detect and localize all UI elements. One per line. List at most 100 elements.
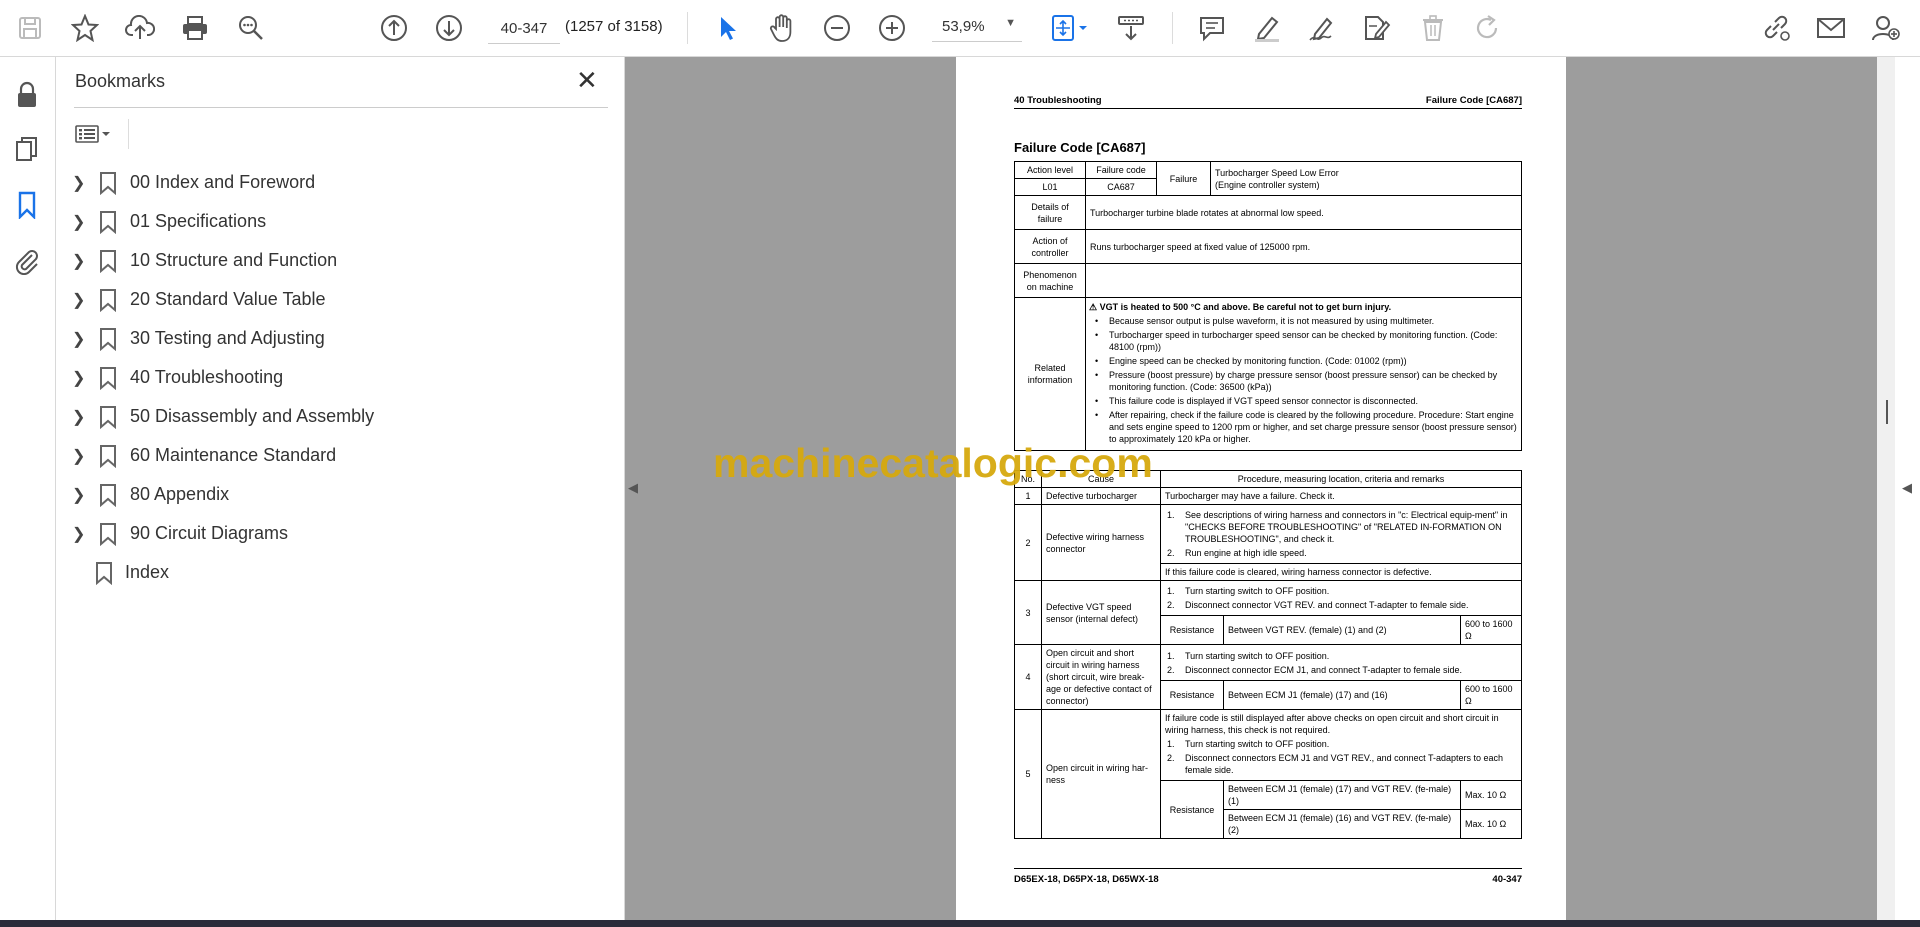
toolbar-divider	[687, 12, 688, 44]
chevron-right-icon[interactable]: ❯	[72, 407, 85, 427]
step-list: 1. See descriptions of wiring harness and…	[1165, 509, 1517, 559]
scrollbar-thumb[interactable]	[1886, 400, 1888, 424]
chevron-right-icon[interactable]: ❯	[72, 290, 85, 310]
bookmark-icon	[100, 328, 116, 351]
bookmarks-panel: Bookmarks ✕ ❯ 00 Index and Foreword ❯ 01…	[56, 57, 625, 927]
failure-line: Turbocharger Speed Low Error	[1215, 167, 1339, 178]
highlight-pen-icon[interactable]	[1249, 10, 1285, 46]
bookmark-item[interactable]: Index	[56, 557, 616, 587]
fill-sign-icon[interactable]	[1359, 10, 1395, 46]
failure-info-table: Action level Failure code Failure Turboc…	[1014, 161, 1522, 451]
cause-text: Defective VGT speed sensor (internal def…	[1041, 580, 1161, 645]
bookmark-label: 10 Structure and Function	[130, 250, 338, 270]
bookmark-item[interactable]: ❯ 20 Standard Value Table	[56, 284, 616, 314]
save-icon[interactable]	[12, 10, 48, 46]
bookmark-item[interactable]: ❯ 00 Index and Foreword	[56, 167, 616, 197]
related-value: ⚠ VGT is heated to 500 °C and above. Be …	[1085, 297, 1522, 451]
page-number-input[interactable]	[488, 13, 560, 44]
chevron-right-icon[interactable]: ❯	[72, 446, 85, 466]
bookmarks-panel-icon[interactable]	[9, 187, 45, 223]
chevron-down-icon: ▼	[1005, 17, 1016, 29]
action-level-header: Action level	[1014, 161, 1086, 179]
bookmark-label: 40 Troubleshooting	[130, 367, 284, 387]
bookmark-label: 00 Index and Foreword	[130, 172, 316, 192]
step: 1. Turn starting switch to OFF position.	[1167, 586, 1330, 596]
bookmark-label: 30 Testing and Adjusting	[130, 328, 325, 348]
next-page-icon[interactable]	[431, 10, 467, 46]
divider	[128, 119, 129, 149]
pdf-page: 40 Troubleshooting Failure Code [CA687] …	[956, 57, 1566, 920]
procedure-steps: 1. See descriptions of wiring harness and…	[1160, 504, 1522, 564]
email-icon[interactable]	[1813, 10, 1849, 46]
chevron-right-icon[interactable]: ❯	[72, 485, 85, 505]
bookmark-item[interactable]: ❯ 80 Appendix	[56, 479, 616, 509]
step: 1. See descriptions of wiring harness and…	[1167, 510, 1508, 544]
comment-icon[interactable]	[1194, 10, 1230, 46]
measure-location: Between ECM J1 (female) (17) and (16)	[1223, 680, 1461, 710]
bookmark-item[interactable]: ❯ 60 Maintenance Standard	[56, 440, 616, 470]
lock-icon[interactable]	[9, 77, 45, 113]
hand-tool-icon[interactable]	[764, 10, 800, 46]
bookmark-item[interactable]: ❯ 50 Disassembly and Assembly	[56, 401, 616, 431]
related-item: Pressure (boost pressure) by charge pres…	[1089, 369, 1518, 393]
step: 2. Run engine at high idle speed.	[1167, 548, 1307, 558]
cause-number: 2	[1014, 504, 1042, 581]
procedure-note: If failure code is still displayed after…	[1165, 713, 1499, 735]
page-header-right: Failure Code [CA687]	[1425, 95, 1522, 106]
step: 2. Disconnect connector VGT REV. and conn…	[1167, 600, 1469, 610]
bookmark-label: 90 Circuit Diagrams	[130, 523, 289, 543]
share-link-icon[interactable]	[1758, 10, 1794, 46]
fit-page-icon[interactable]	[1046, 10, 1092, 46]
bookmark-item[interactable]: ❯ 90 Circuit Diagrams	[56, 518, 616, 548]
chevron-right-icon[interactable]: ❯	[72, 173, 85, 193]
vertical-scrollbar[interactable]	[1877, 57, 1895, 920]
procedure-steps: 1. Turn starting switch to OFF position. …	[1160, 644, 1522, 681]
attachments-icon[interactable]	[9, 243, 45, 279]
resistance-label: Resistance	[1160, 615, 1224, 645]
zoom-select[interactable]: 53,9% ▼	[932, 13, 1022, 42]
bookmark-icon	[100, 211, 116, 234]
previous-page-icon[interactable]	[376, 10, 412, 46]
star-icon[interactable]	[67, 10, 103, 46]
related-list: Because sensor output is pulse waveform,…	[1089, 315, 1518, 445]
bookmark-label: 80 Appendix	[130, 484, 230, 504]
bookmark-icon	[100, 406, 116, 429]
taskbar-strip	[0, 920, 1920, 927]
chevron-right-icon[interactable]: ❯	[72, 368, 85, 388]
find-zoom-icon[interactable]	[233, 10, 269, 46]
bookmark-item[interactable]: ❯ 40 Troubleshooting	[56, 362, 616, 392]
select-cursor-icon[interactable]	[709, 10, 745, 46]
close-icon[interactable]: ✕	[576, 67, 598, 93]
bookmark-icon	[100, 523, 116, 546]
chevron-right-icon[interactable]: ❯	[72, 329, 85, 349]
user-account-icon[interactable]	[1868, 10, 1904, 46]
zoom-value: 53,9%	[942, 18, 985, 35]
draw-pen-icon[interactable]	[1304, 10, 1340, 46]
step-list: 1. Turn starting switch to OFF position. …	[1165, 650, 1517, 676]
measure-value: Max. 10 Ω	[1460, 809, 1522, 839]
chevron-right-icon[interactable]: ❯	[72, 251, 85, 271]
cause-table: No. Cause Procedure, measuring location,…	[1014, 470, 1522, 839]
zoom-out-icon[interactable]	[819, 10, 855, 46]
chevron-right-icon[interactable]: ❯	[72, 212, 85, 232]
bookmark-item[interactable]: ❯ 10 Structure and Function	[56, 245, 616, 275]
bookmark-item[interactable]: ❯ 30 Testing and Adjusting	[56, 323, 616, 353]
zoom-in-icon[interactable]	[874, 10, 910, 46]
redo-icon[interactable]	[1470, 10, 1506, 46]
bookmark-icon	[100, 250, 116, 273]
collapse-panel-left-icon[interactable]: ◀	[628, 480, 638, 496]
details-value: Turbocharger turbine blade rotates at ab…	[1085, 195, 1522, 230]
page-thumbnails-icon[interactable]	[9, 131, 45, 167]
bookmark-options-button[interactable]	[74, 119, 122, 149]
bookmark-item[interactable]: ❯ 01 Specifications	[56, 206, 616, 236]
expand-panel-right-icon[interactable]: ◀	[1902, 480, 1912, 496]
delete-icon[interactable]	[1415, 10, 1451, 46]
page-count: (1257 of 3158)	[565, 18, 663, 35]
scroll-mode-icon[interactable]	[1113, 10, 1149, 46]
related-item: After repairing, check if the failure co…	[1089, 409, 1518, 445]
upload-cloud-icon[interactable]	[122, 10, 158, 46]
page-footer-right: 40-347	[1492, 874, 1522, 885]
step: 2. Disconnect connectors ECM J1 and VGT R…	[1167, 753, 1504, 775]
print-icon[interactable]	[177, 10, 213, 46]
chevron-right-icon[interactable]: ❯	[72, 524, 85, 544]
